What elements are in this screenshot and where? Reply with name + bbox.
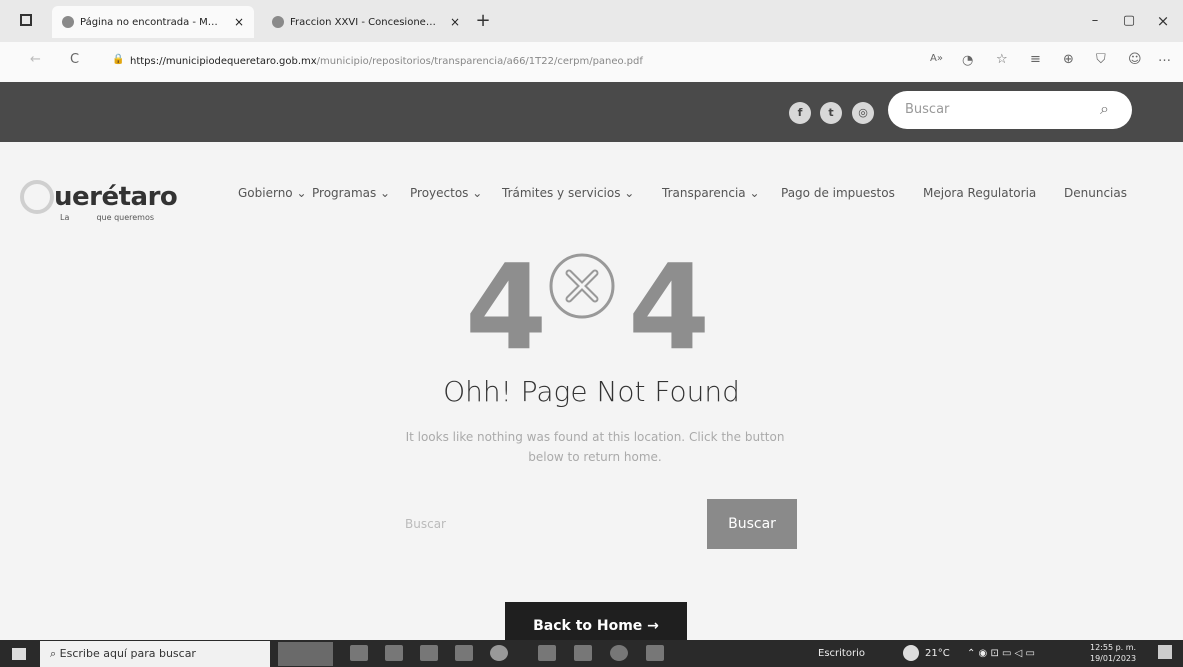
- favicon-icon: [62, 16, 74, 28]
- desktop-label[interactable]: Escritorio: [818, 648, 865, 659]
- tray-icons[interactable]: ⌃ ◉ ⊡ ▭ ◁ ▭: [967, 648, 1035, 659]
- logo[interactable]: uerétaro: [54, 182, 178, 212]
- chrome-icon[interactable]: [610, 645, 628, 661]
- favorite-star-icon[interactable]: ☆: [996, 52, 1008, 67]
- minimize-button[interactable]: –: [1080, 10, 1110, 32]
- url-domain: https://municipiodequeretaro.gob.mx: [130, 56, 317, 67]
- sidebar-toggle-icon[interactable]: [20, 14, 32, 26]
- page-title: Ohh! Page Not Found: [443, 375, 740, 408]
- logo-heart-icon: [20, 180, 54, 214]
- url-field[interactable]: https://municipiodequeretaro.gob.mx/muni…: [130, 51, 910, 73]
- outlook-icon[interactable]: [420, 645, 438, 661]
- error-digit-right: 4: [628, 238, 711, 376]
- search-highlight-image: [278, 642, 333, 666]
- more-options-icon[interactable]: …: [1158, 50, 1171, 65]
- search-icon: ⌕: [50, 647, 57, 660]
- instagram-icon[interactable]: ◎: [852, 102, 874, 124]
- reload-icon[interactable]: C: [70, 52, 79, 67]
- tab-title: Fraccion XXVI - Concesiones, con: [290, 16, 440, 28]
- new-tab-button[interactable]: +: [468, 10, 498, 32]
- collections-icon[interactable]: ⊕: [1063, 52, 1074, 67]
- lock-icon[interactable]: 🔒: [112, 54, 124, 65]
- profile-icon[interactable]: ☺: [1128, 52, 1142, 67]
- top-search-placeholder: Buscar: [905, 102, 950, 117]
- edge-icon[interactable]: [490, 645, 508, 661]
- twitter-icon[interactable]: t: [820, 102, 842, 124]
- store-icon[interactable]: [538, 645, 556, 661]
- url-path: /municipio/repositorios/transparencia/a6…: [316, 56, 643, 67]
- close-window-button[interactable]: ×: [1148, 10, 1178, 32]
- nav-mejora-regulatoria[interactable]: Mejora Regulatoria: [923, 186, 1036, 200]
- logo-tagline: La que queremos: [60, 213, 155, 222]
- favorites-list-icon[interactable]: ≡: [1030, 52, 1041, 67]
- nav-programas[interactable]: Programas ⌄: [312, 186, 390, 200]
- back-arrow-icon[interactable]: ←: [30, 52, 41, 67]
- tab-active[interactable]: Página no encontrada - Municip ×: [52, 6, 254, 38]
- clock[interactable]: 12:55 p. m. 19/01/2023: [1090, 642, 1136, 664]
- word-icon[interactable]: [385, 645, 403, 661]
- app-icon[interactable]: [574, 645, 592, 661]
- task-view-icon[interactable]: [350, 645, 368, 661]
- weather-temp[interactable]: 21°C: [925, 648, 950, 659]
- favicon-icon: [272, 16, 284, 28]
- back-to-home-button[interactable]: Back to Home →: [505, 602, 687, 640]
- nav-transparencia[interactable]: Transparencia ⌄: [662, 186, 760, 200]
- search-icon[interactable]: ⌕: [1100, 99, 1109, 119]
- x-circle-icon: [549, 253, 615, 319]
- nav-denuncias[interactable]: Denuncias: [1064, 186, 1127, 200]
- maximize-button[interactable]: ▢: [1114, 10, 1144, 32]
- tab-title: Página no encontrada - Municip: [80, 16, 224, 28]
- browser-essentials-icon[interactable]: ⛉: [1096, 52, 1106, 67]
- nav-gobierno[interactable]: Gobierno ⌄: [238, 186, 307, 200]
- error-description: It looks like nothing was found at this …: [405, 430, 785, 464]
- weather-icon[interactable]: [903, 645, 919, 661]
- error-digit-left: 4: [465, 238, 548, 376]
- taskbar-search-input[interactable]: ⌕ Escribe aquí para buscar: [40, 641, 270, 667]
- search-input[interactable]: Buscar: [405, 500, 705, 548]
- nav-pago-impuestos[interactable]: Pago de impuestos: [781, 186, 895, 200]
- nav-tramites[interactable]: Trámites y servicios ⌄: [502, 186, 634, 200]
- notifications-icon[interactable]: [1158, 645, 1172, 659]
- read-aloud-icon[interactable]: A»: [930, 53, 943, 64]
- windows-start-icon[interactable]: [12, 648, 26, 660]
- file-explorer-icon[interactable]: [455, 645, 473, 661]
- facebook-icon[interactable]: f: [789, 102, 811, 124]
- tab-2[interactable]: Fraccion XXVI - Concesiones, con ×: [262, 6, 470, 38]
- search-button[interactable]: Buscar: [707, 499, 797, 549]
- excel-icon[interactable]: [646, 645, 664, 661]
- nav-proyectos[interactable]: Proyectos ⌄: [410, 186, 482, 200]
- tab-close-icon[interactable]: ×: [234, 15, 244, 29]
- extension-icon[interactable]: ◔: [962, 53, 973, 68]
- tab-close-icon[interactable]: ×: [450, 15, 460, 29]
